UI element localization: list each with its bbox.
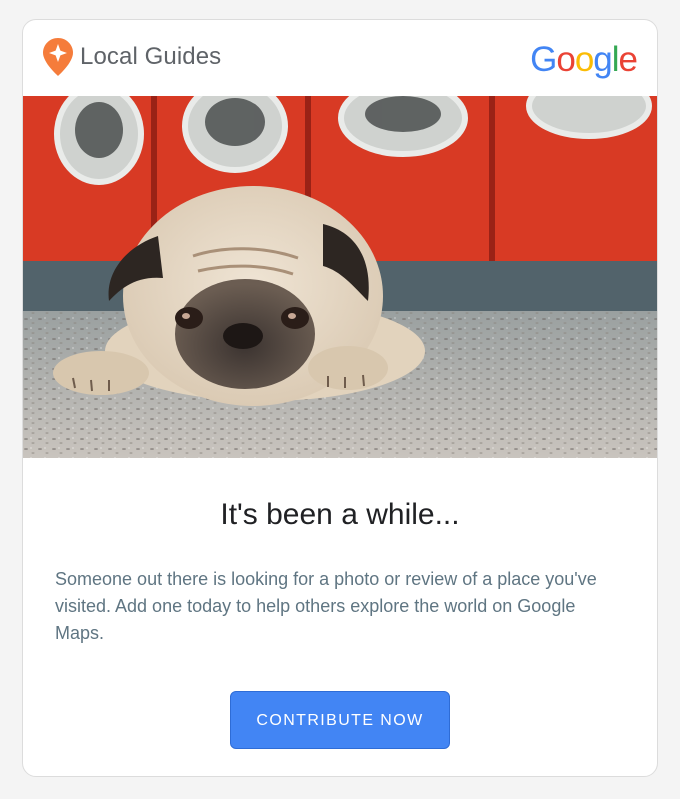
- local-guides-pin-icon: [43, 38, 73, 76]
- google-logo[interactable]: Google: [530, 40, 638, 80]
- local-guides-brand[interactable]: Local Guides: [42, 37, 221, 77]
- google-logo-letter: o: [574, 40, 594, 79]
- message-content: It's been a while... Someone out there i…: [23, 498, 657, 749]
- hero-image: [23, 96, 657, 458]
- google-logo-letter: g: [593, 40, 612, 79]
- google-logo-letter: G: [530, 40, 557, 79]
- brand-name: Local Guides: [80, 43, 222, 70]
- google-logo-letter: o: [556, 40, 575, 79]
- google-logo-letter: e: [618, 40, 638, 79]
- contribute-now-button[interactable]: CONTRIBUTE NOW: [230, 691, 450, 749]
- headline: It's been a while...: [220, 498, 460, 531]
- google-logo-letter: l: [611, 40, 620, 79]
- body-text: Someone out there is looking for a photo…: [55, 569, 597, 643]
- pug-photo: [23, 96, 657, 458]
- header: Local Guides Google: [23, 20, 657, 96]
- email-card: Local Guides Google It's been a while...…: [22, 19, 658, 777]
